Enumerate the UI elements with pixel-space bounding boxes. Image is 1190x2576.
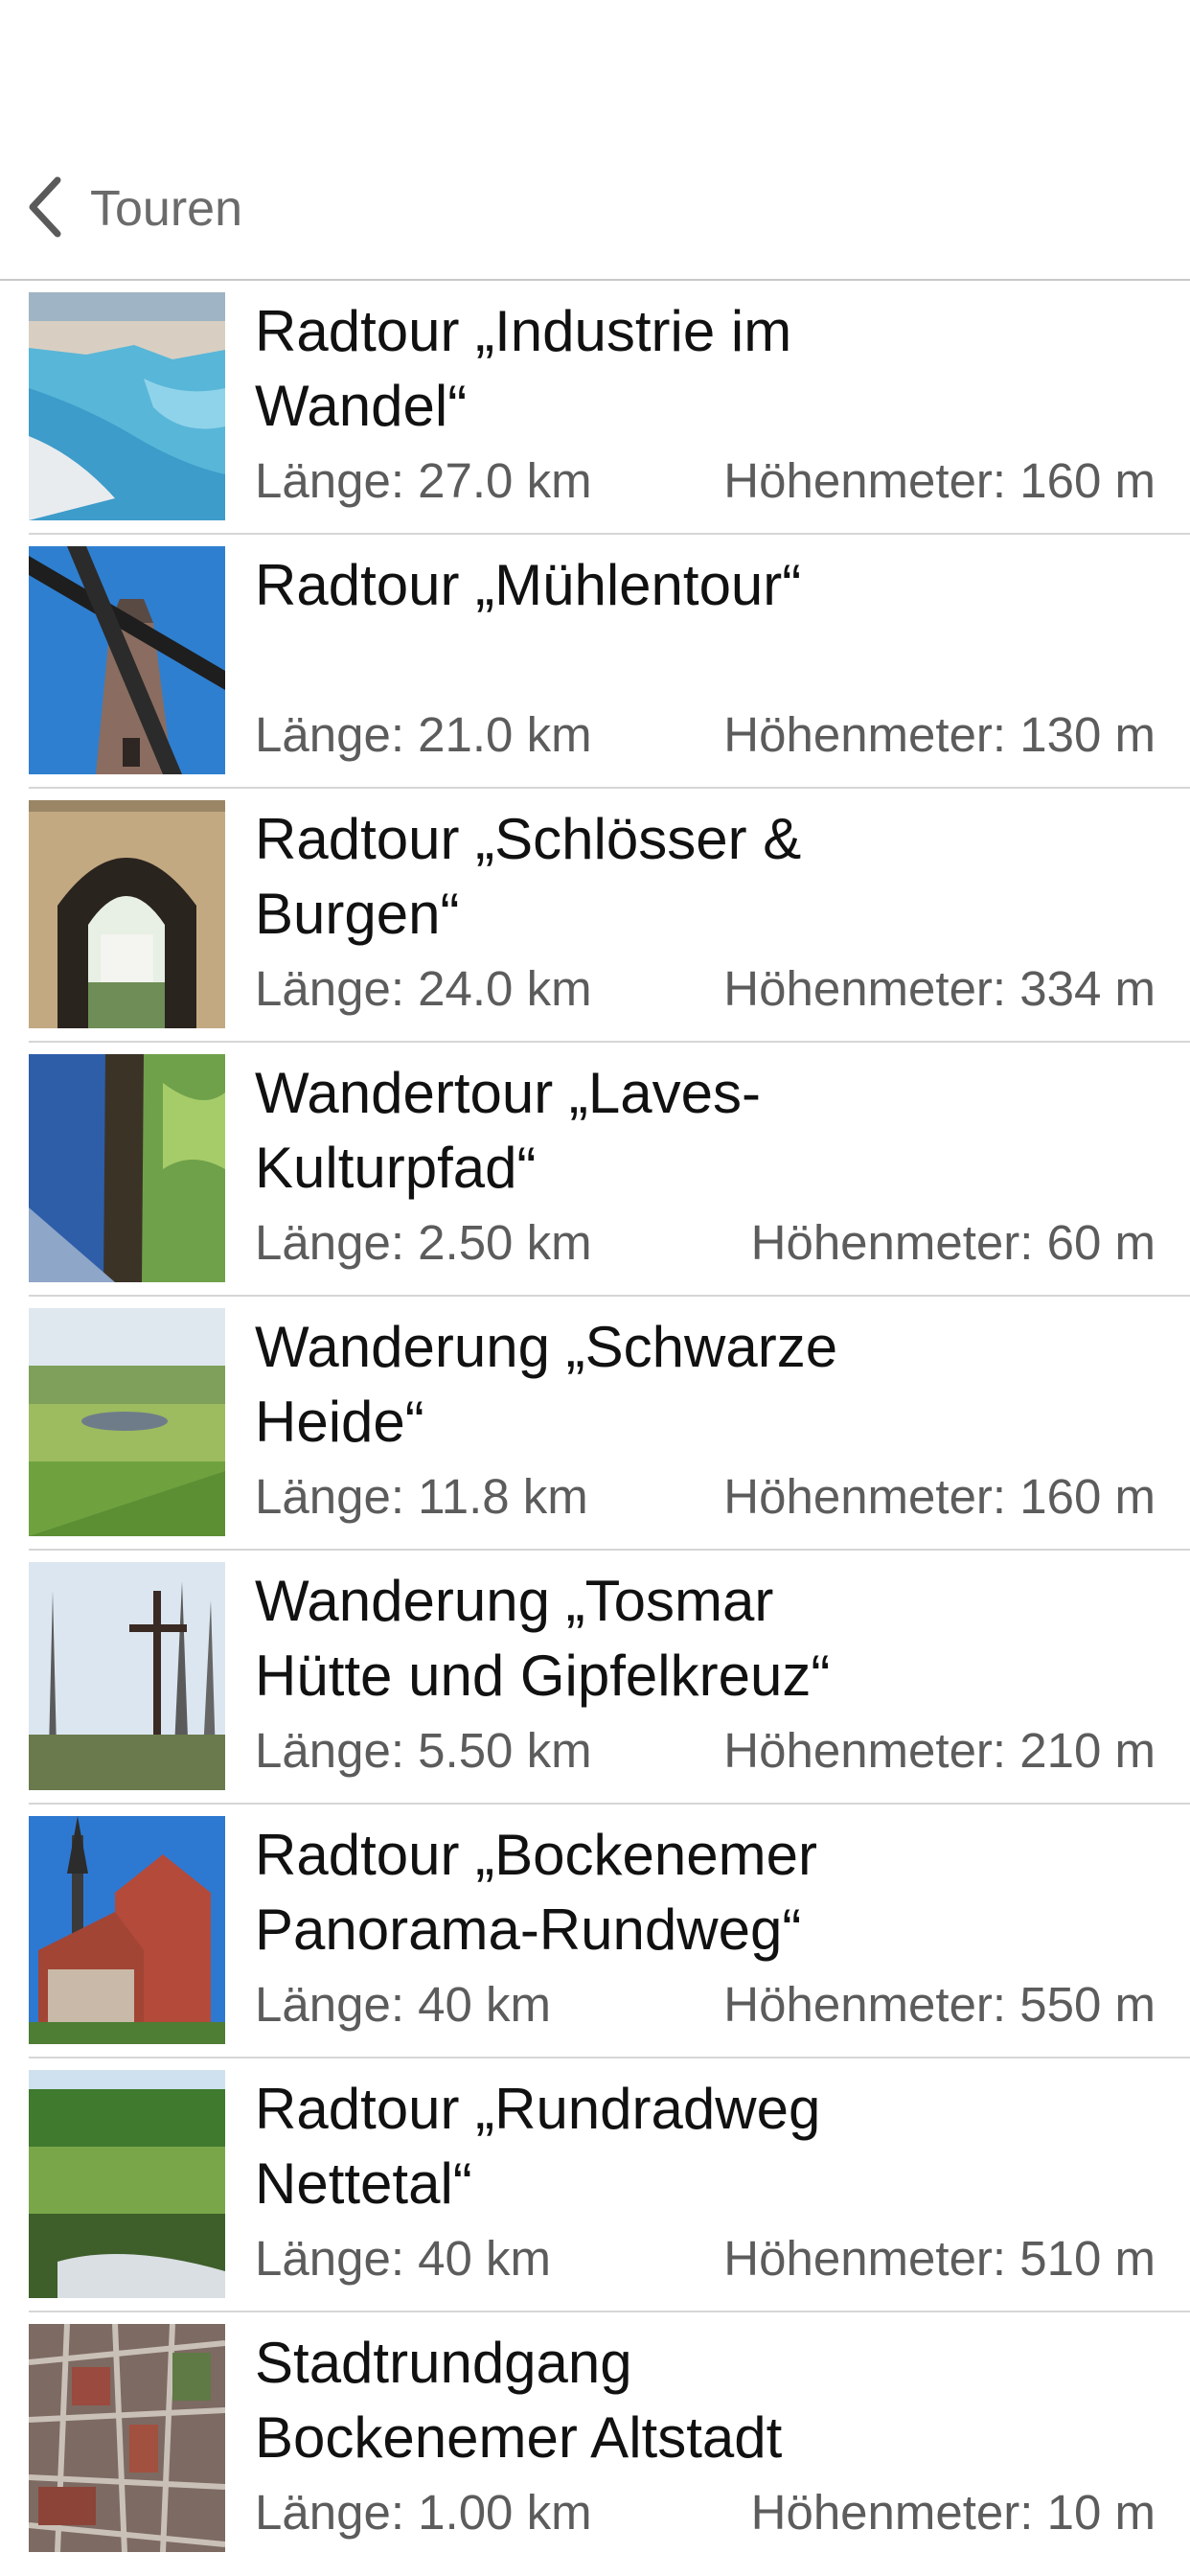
tour-meta: Länge: 2.50 km Höhenmeter: 60 m — [255, 1208, 1156, 1276]
back-label: Touren — [90, 181, 242, 237]
tour-length: Länge: 40 km — [255, 2230, 552, 2286]
tour-elevation: Höhenmeter: 550 m — [723, 1976, 1156, 2032]
tour-meta: Länge: 1.00 km Höhenmeter: 10 m — [255, 2478, 1156, 2545]
tour-title: Radtour „Industrie im Wandel“ — [255, 299, 792, 438]
navigation-bar: Touren — [0, 0, 1190, 281]
tour-row-muehlentour[interactable]: Radtour „Mühlentour“ Länge: 21.0 km Höhe… — [0, 535, 1190, 789]
tour-meta: Länge: 40 km Höhenmeter: 510 m — [255, 2224, 1156, 2291]
tour-title: Radtour „Bockenemer Panorama-Rundweg“ — [255, 1823, 817, 1962]
tour-meta: Länge: 11.8 km Höhenmeter: 160 m — [255, 1462, 1156, 1530]
tour-length: Länge: 21.0 km — [255, 706, 592, 762]
tour-length: Länge: 27.0 km — [255, 452, 592, 508]
tour-row-bockenemer-panorama[interactable]: Radtour „Bockenemer Panorama-Rundweg“ Lä… — [0, 1805, 1190, 2058]
tour-elevation: Höhenmeter: 60 m — [750, 1214, 1156, 1270]
tour-elevation: Höhenmeter: 334 m — [723, 960, 1156, 1016]
tour-title: Radtour „Rundradweg Nettetal“ — [255, 2077, 821, 2216]
tour-elevation: Höhenmeter: 210 m — [723, 1722, 1156, 1778]
tour-thumbnail — [29, 292, 225, 520]
tour-thumbnail — [29, 1562, 225, 1790]
tour-meta: Länge: 21.0 km Höhenmeter: 130 m — [255, 701, 1156, 768]
tour-row-tosmar-huette[interactable]: Wanderung „Tosmar Hütte und Gipfelkreuz“… — [0, 1551, 1190, 1805]
tour-row-industrie-im-wandel[interactable]: Radtour „Industrie im Wandel“ Länge: 27.… — [0, 281, 1190, 535]
tour-list: Radtour „Industrie im Wandel“ Länge: 27.… — [0, 281, 1190, 2566]
tour-thumbnail — [29, 1308, 225, 1536]
tour-thumbnail — [29, 1816, 225, 2044]
tour-row-laves-kulturpfad[interactable]: Wandertour „Laves-Kulturpfad“ Länge: 2.5… — [0, 1043, 1190, 1297]
tour-row-schwarze-heide[interactable]: Wanderung „Schwarze Heide“ Länge: 11.8 k… — [0, 1297, 1190, 1551]
tour-title: Wandertour „Laves-Kulturpfad“ — [255, 1061, 761, 1200]
tour-elevation: Höhenmeter: 10 m — [750, 2484, 1156, 2540]
tour-elevation: Höhenmeter: 510 m — [723, 2230, 1156, 2286]
tour-thumbnail — [29, 546, 225, 774]
tour-row-schloesser-burgen[interactable]: Radtour „Schlösser & Burgen“ Länge: 24.0… — [0, 789, 1190, 1043]
tour-length: Länge: 40 km — [255, 1976, 552, 2032]
tour-title: Radtour „Schlösser & Burgen“ — [255, 807, 802, 946]
tour-length: Länge: 2.50 km — [255, 1214, 592, 1270]
tour-elevation: Höhenmeter: 160 m — [723, 1468, 1156, 1524]
tour-length: Länge: 11.8 km — [255, 1468, 588, 1524]
tour-title: Wanderung „Schwarze Heide“ — [255, 1315, 838, 1454]
tour-title: Radtour „Mühlentour“ — [255, 553, 802, 617]
tour-elevation: Höhenmeter: 130 m — [723, 706, 1156, 762]
tour-meta: Länge: 27.0 km Höhenmeter: 160 m — [255, 447, 1156, 514]
tour-length: Länge: 1.00 km — [255, 2484, 592, 2540]
tour-meta: Länge: 40 km Höhenmeter: 550 m — [255, 1970, 1156, 2037]
tour-meta: Länge: 5.50 km Höhenmeter: 210 m — [255, 1716, 1156, 1783]
tour-thumbnail — [29, 1054, 225, 1282]
back-button[interactable]: Touren — [25, 171, 242, 247]
tour-thumbnail — [29, 800, 225, 1028]
tour-thumbnail — [29, 2324, 225, 2552]
tour-elevation: Höhenmeter: 160 m — [723, 452, 1156, 508]
tour-title: Wanderung „Tosmar Hütte und Gipfelkreuz“ — [255, 1569, 831, 1708]
tour-row-rundradweg-nettetal[interactable]: Radtour „Rundradweg Nettetal“ Länge: 40 … — [0, 2058, 1190, 2312]
tour-meta: Länge: 24.0 km Höhenmeter: 334 m — [255, 954, 1156, 1022]
tour-length: Länge: 5.50 km — [255, 1722, 592, 1778]
tour-row-stadtrundgang-altstadt[interactable]: Stadtrundgang Bockenemer Altstadt Länge:… — [0, 2312, 1190, 2566]
chevron-left-icon — [25, 174, 65, 244]
tour-title: Stadtrundgang Bockenemer Altstadt — [255, 2331, 783, 2470]
tour-thumbnail — [29, 2070, 225, 2298]
tour-length: Länge: 24.0 km — [255, 960, 592, 1016]
